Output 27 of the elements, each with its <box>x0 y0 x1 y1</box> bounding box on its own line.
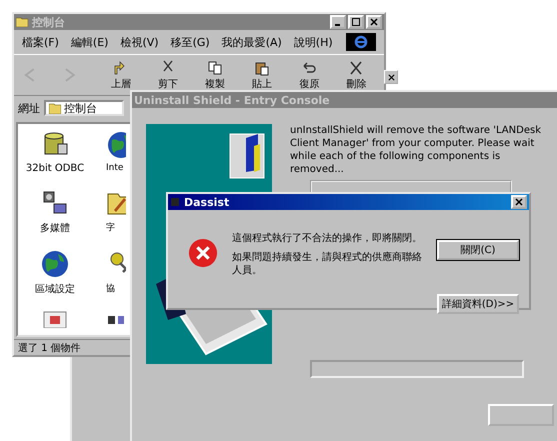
status-text: 選了 1 個物件 <box>18 342 81 354</box>
toolbar-button[interactable]: 刪除 <box>334 60 378 90</box>
message-text: unInstallShield will remove the software 'LANDesk Client Manager' from your computer. Please wait while each of the following components is removed... <box>290 124 542 176</box>
menu-item[interactable]: 移至(G) <box>170 34 210 50</box>
toolbar-button[interactable]: 復原 <box>288 60 331 90</box>
dialog-button[interactable]: 詳細資料(D)>> <box>437 294 519 314</box>
address-label: 網址 <box>18 100 40 116</box>
menu-item[interactable]: 檔案(F) <box>22 34 59 50</box>
icon-label: 字 <box>106 222 115 234</box>
error-message: 這個程式執行了不合法的操作，即將關閉。 <box>232 232 423 245</box>
icon-label: 32bit ODBC <box>26 163 84 174</box>
icon-label: 協 <box>106 282 115 295</box>
window-title: Uninstall Shield - Entry Console <box>134 94 330 106</box>
window-title: Dassist <box>184 196 230 208</box>
window-title: 控制台 <box>32 14 65 30</box>
menu-item[interactable]: 我的最愛(A) <box>222 34 282 50</box>
menu-item[interactable]: 說明(H) <box>294 34 333 50</box>
icon-label: 區域設定 <box>35 282 75 296</box>
icon-label: 多媒體 <box>40 222 70 235</box>
error-message: 如果問題持續發生，請與程式的供應商聯絡人員。 <box>232 251 423 277</box>
menu-item[interactable]: 檢視(V) <box>120 34 159 50</box>
dialog-button[interactable]: 關閉(C) <box>437 240 519 260</box>
icon-label: Inte <box>106 163 124 173</box>
toolbar-button[interactable]: 上層 <box>99 60 142 90</box>
toolbar-button[interactable]: 剪下 <box>146 60 190 90</box>
menu-item[interactable]: 編輯(E) <box>70 34 108 50</box>
address-field[interactable]: 控制台 <box>44 100 124 116</box>
